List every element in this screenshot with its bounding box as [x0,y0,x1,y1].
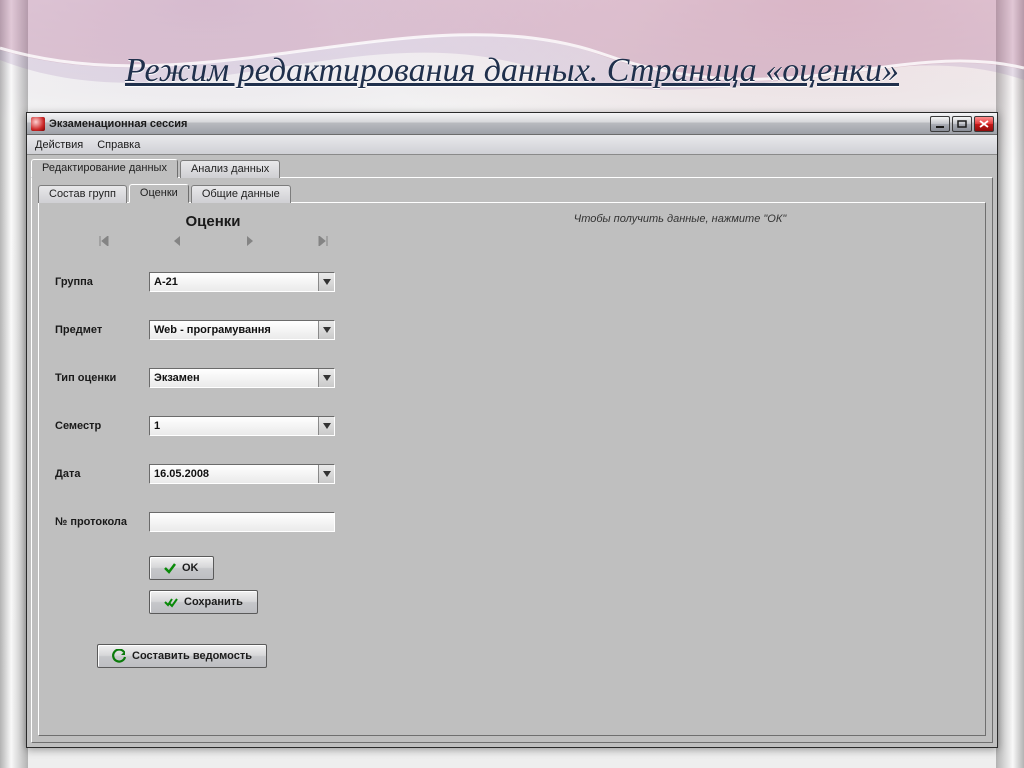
tab-grades[interactable]: Оценки [129,184,189,203]
window-title: Экзаменационная сессия [49,118,928,130]
client-area: Редактирование данных Анализ данных Сост… [27,155,997,747]
combo-group-arrow[interactable] [318,273,334,291]
input-protocol-no[interactable] [149,512,335,532]
combo-group-value: А-21 [150,276,318,288]
outer-tabpanel: Состав групп Оценки Общие данные Оценки [31,177,993,743]
combo-subject-value: Web - програмування [150,324,318,336]
combo-subject-arrow[interactable] [318,321,334,339]
app-window: Экзаменационная сессия Действия Справка … [26,112,998,748]
outer-tabstrip: Редактирование данных Анализ данных [31,157,993,177]
field-subject: Предмет Web - програмування [55,320,381,340]
double-check-icon [164,596,178,608]
combo-date-value: 16.05.2008 [150,468,318,480]
combo-grade-type[interactable]: Экзамен [149,368,335,388]
field-date: Дата 16.05.2008 [55,464,381,484]
inner-tabpanel: Оценки Группа А-21 [38,202,986,736]
label-grade-type: Тип оценки [55,372,149,384]
chevron-down-icon [323,279,331,285]
combo-date[interactable]: 16.05.2008 [149,464,335,484]
save-button-label: Сохранить [184,596,243,608]
combo-date-arrow[interactable] [318,465,334,483]
nav-next-button[interactable] [242,234,258,248]
combo-semester-arrow[interactable] [318,417,334,435]
nav-first-button[interactable] [96,234,112,248]
app-icon [31,117,45,131]
compose-report-button[interactable]: Составить ведомость [97,644,267,668]
combo-grade-type-arrow[interactable] [318,369,334,387]
field-grade-type: Тип оценки Экзамен [55,368,381,388]
tab-edit-data[interactable]: Редактирование данных [31,159,178,178]
maximize-button[interactable] [952,116,972,132]
record-navigator [45,234,381,258]
inner-tabstrip: Состав групп Оценки Общие данные [38,182,986,202]
compose-report-button-label: Составить ведомость [132,650,252,662]
form-column: Оценки Группа А-21 [45,207,381,729]
nav-prev-icon [172,236,182,246]
field-protocol-no: № протокола [55,512,381,532]
maximize-icon [957,120,967,128]
close-button[interactable] [974,116,994,132]
nav-first-icon [98,236,110,246]
nav-last-icon [317,236,329,246]
tab-common-data[interactable]: Общие данные [191,185,291,203]
label-semester: Семестр [55,420,149,432]
slide-frame-left [0,0,28,768]
hint-column: Чтобы получить данные, нажмите "ОК" [381,207,979,729]
tab-analysis[interactable]: Анализ данных [180,160,280,178]
close-icon [979,120,989,128]
titlebar: Экзаменационная сессия [27,113,997,135]
ok-button-label: OK [182,562,199,574]
nav-prev-button[interactable] [169,234,185,248]
label-subject: Предмет [55,324,149,336]
check-icon [164,562,176,574]
minimize-icon [935,120,945,128]
nav-last-button[interactable] [315,234,331,248]
label-group: Группа [55,276,149,288]
tab-group-members[interactable]: Состав групп [38,185,127,203]
ok-button[interactable]: OK [149,556,214,580]
combo-semester-value: 1 [150,420,318,432]
workspace: Оценки Группа А-21 [45,207,979,729]
chevron-down-icon [323,423,331,429]
menu-actions[interactable]: Действия [35,139,83,151]
chevron-down-icon [323,375,331,381]
hint-text: Чтобы получить данные, нажмите "ОК" [381,213,979,225]
menu-help[interactable]: Справка [97,139,140,151]
slide-frame-right [996,0,1024,768]
field-group: Группа А-21 [55,272,381,292]
field-semester: Семестр 1 [55,416,381,436]
minimize-button[interactable] [930,116,950,132]
menubar: Действия Справка [27,135,997,155]
label-date: Дата [55,468,149,480]
nav-next-icon [245,236,255,246]
save-button[interactable]: Сохранить [149,590,258,614]
combo-semester[interactable]: 1 [149,416,335,436]
form-heading: Оценки [45,213,381,230]
slide-title: Режим редактирования данных. Страница «о… [60,52,964,90]
combo-subject[interactable]: Web - програмування [149,320,335,340]
label-protocol-no: № протокола [55,516,149,528]
chevron-down-icon [323,327,331,333]
chevron-down-icon [323,471,331,477]
combo-grade-type-value: Экзамен [150,372,318,384]
combo-group[interactable]: А-21 [149,272,335,292]
refresh-icon [112,649,126,663]
